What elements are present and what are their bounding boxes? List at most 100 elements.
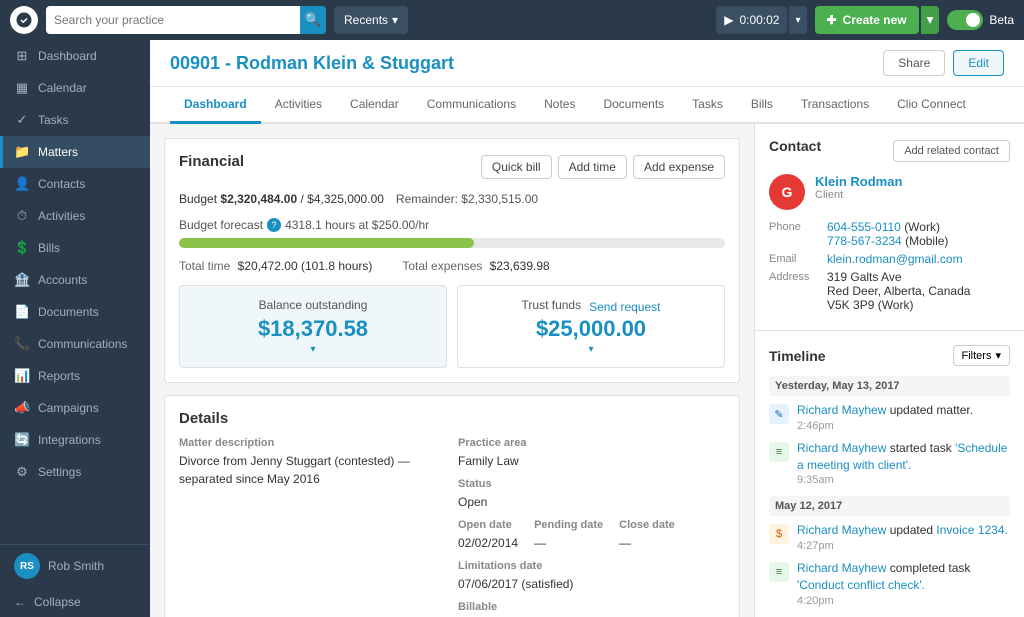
collapse-button[interactable]: ← Collapse <box>0 587 150 617</box>
open-date-item: Open date 02/02/2014 <box>458 519 518 552</box>
dates-row: Open date 02/02/2014 Pending date — Clos… <box>458 519 725 552</box>
filters-button[interactable]: Filters ▾ <box>953 345 1010 366</box>
add-expense-button[interactable]: Add expense <box>633 155 725 179</box>
event-author-link-1[interactable]: Richard Mayhew <box>797 403 886 417</box>
send-request-link[interactable]: Send request <box>589 300 660 314</box>
tab-clio-connect[interactable]: Clio Connect <box>883 87 980 124</box>
sidebar-item-activities[interactable]: ⏱ Activities <box>0 200 150 232</box>
sidebar-item-matters[interactable]: 📁 Matters <box>0 136 150 168</box>
timeline-group-2: May 12, 2017 $ Richard Mayhew updated In… <box>769 496 1010 606</box>
phone-work-link[interactable]: 604-555-0110 <box>827 220 901 234</box>
budget-progress-bar <box>179 238 725 248</box>
address-label: Address <box>769 270 819 283</box>
event-time-2: 9:35am <box>797 474 1010 486</box>
email-label: Email <box>769 252 819 265</box>
recents-button[interactable]: Recents ▾ <box>334 6 408 34</box>
phone-mobile-link[interactable]: 778-567-3234 <box>827 234 902 248</box>
sidebar-item-documents[interactable]: 📄 Documents <box>0 296 150 328</box>
event-author-link-3[interactable]: Richard Mayhew <box>797 523 886 537</box>
timer-button[interactable]: ▶ 0:00:02 <box>716 6 787 34</box>
filters-label: Filters <box>962 350 992 362</box>
sidebar-item-label: Reports <box>38 369 80 383</box>
sidebar-item-integrations[interactable]: 🔄 Integrations <box>0 424 150 456</box>
add-time-button[interactable]: Add time <box>558 155 627 179</box>
quick-bill-button[interactable]: Quick bill <box>481 155 552 179</box>
contact-role: Client <box>815 189 902 201</box>
sidebar-item-label: Contacts <box>38 177 85 191</box>
create-new-button[interactable]: ✚ Create new <box>815 6 919 34</box>
tab-notes[interactable]: Notes <box>530 87 589 124</box>
user-profile[interactable]: RS Rob Smith <box>0 545 150 587</box>
recents-label: Recents <box>344 13 388 27</box>
sidebar-item-label: Campaigns <box>38 401 99 415</box>
tab-calendar[interactable]: Calendar <box>336 87 413 124</box>
create-dropdown-button[interactable]: ▾ <box>921 6 940 34</box>
financial-title: Financial <box>179 153 244 170</box>
open-date-value: 02/02/2014 <box>458 534 518 552</box>
tab-transactions[interactable]: Transactions <box>787 87 883 124</box>
tab-activities[interactable]: Activities <box>261 87 336 124</box>
edit-event-icon: ✎ <box>769 404 789 424</box>
share-button[interactable]: Share <box>883 50 945 76</box>
event-author-link-4[interactable]: Richard Mayhew <box>797 561 886 575</box>
timeline-group-1: Yesterday, May 13, 2017 ✎ Richard Mayhew… <box>769 376 1010 486</box>
trust-amount[interactable]: $25,000.00 <box>470 316 712 342</box>
details-card: Details Matter description Divorce from … <box>164 395 740 617</box>
phone-values: 604-555-0110 (Work) 778-567-3234 (Mobile… <box>827 220 948 248</box>
phone-mobile: 778-567-3234 (Mobile) <box>827 234 948 248</box>
add-related-contact-button[interactable]: Add related contact <box>893 140 1010 162</box>
search-input[interactable] <box>54 13 300 27</box>
trust-funds-box: Trust funds Send request $25,000.00 ▾ <box>457 285 725 368</box>
sidebar-item-campaigns[interactable]: 📣 Campaigns <box>0 392 150 424</box>
timer-dropdown-button[interactable]: ▾ <box>789 6 806 34</box>
event-task-link-2[interactable]: 'Conduct conflict check'. <box>797 578 925 592</box>
tab-communications[interactable]: Communications <box>413 87 530 124</box>
timer-value: 0:00:02 <box>739 13 779 27</box>
settings-icon: ⚙ <box>14 464 30 480</box>
event-text-3: Richard Mayhew updated Invoice 1234. <box>797 522 1008 539</box>
sidebar-item-tasks[interactable]: ✓ Tasks <box>0 104 150 136</box>
total-time-label: Total time <box>179 259 230 273</box>
remainder-label: Remainder: <box>396 192 458 206</box>
close-date-item: Close date — <box>619 519 675 552</box>
tab-documents[interactable]: Documents <box>589 87 678 124</box>
search-button[interactable]: 🔍 <box>300 6 326 34</box>
user-avatar: RS <box>14 553 40 579</box>
pending-date-label: Pending date <box>534 519 603 531</box>
matter-description-label: Matter description <box>179 437 446 449</box>
header-actions: Share Edit <box>883 50 1004 76</box>
sidebar-item-contacts[interactable]: 👤 Contacts <box>0 168 150 200</box>
dates-item: Open date 02/02/2014 Pending date — Clos… <box>458 519 725 552</box>
billable-item: Billable Yes, hourly • Richard Mayhew ($… <box>458 601 725 617</box>
event-invoice-link[interactable]: Invoice 1234. <box>936 523 1007 537</box>
tab-tasks[interactable]: Tasks <box>678 87 737 124</box>
tab-dashboard[interactable]: Dashboard <box>170 87 261 124</box>
logo-icon[interactable] <box>10 6 38 34</box>
sidebar-item-accounts[interactable]: 🏦 Accounts <box>0 264 150 296</box>
beta-toggle-switch[interactable] <box>947 10 983 30</box>
sidebar-item-reports[interactable]: 📊 Reports <box>0 360 150 392</box>
event-author-link-2[interactable]: Richard Mayhew <box>797 441 886 455</box>
practice-area-value: Family Law <box>458 452 725 470</box>
edit-button[interactable]: Edit <box>953 50 1004 76</box>
contact-name[interactable]: Klein Rodman <box>815 174 902 189</box>
balance-outstanding-amount[interactable]: $18,370.58 <box>192 316 434 342</box>
total-expenses-value: $23,639.98 <box>490 259 550 273</box>
sidebar-item-calendar[interactable]: ▦ Calendar <box>0 72 150 104</box>
create-new-label: Create new <box>843 13 907 27</box>
dashboard-icon: ⊞ <box>14 48 30 64</box>
timeline-event-3: $ Richard Mayhew updated Invoice 1234. 4… <box>769 522 1010 552</box>
integrations-icon: 🔄 <box>14 432 30 448</box>
tab-bills[interactable]: Bills <box>737 87 787 124</box>
sidebar-item-dashboard[interactable]: ⊞ Dashboard <box>0 40 150 72</box>
sidebar-item-bills[interactable]: 💲 Bills <box>0 232 150 264</box>
bills-icon: 💲 <box>14 240 30 256</box>
collapse-arrow-icon: ← <box>14 595 26 609</box>
sidebar-item-settings[interactable]: ⚙ Settings <box>0 456 150 488</box>
email-link[interactable]: klein.rodman@gmail.com <box>827 252 963 266</box>
sidebar-item-label: Communications <box>38 337 127 351</box>
left-column: Financial Quick bill Add time Add expens… <box>150 124 754 617</box>
collapse-label: Collapse <box>34 595 81 609</box>
matters-icon: 📁 <box>14 144 30 160</box>
sidebar-item-communications[interactable]: 📞 Communications <box>0 328 150 360</box>
